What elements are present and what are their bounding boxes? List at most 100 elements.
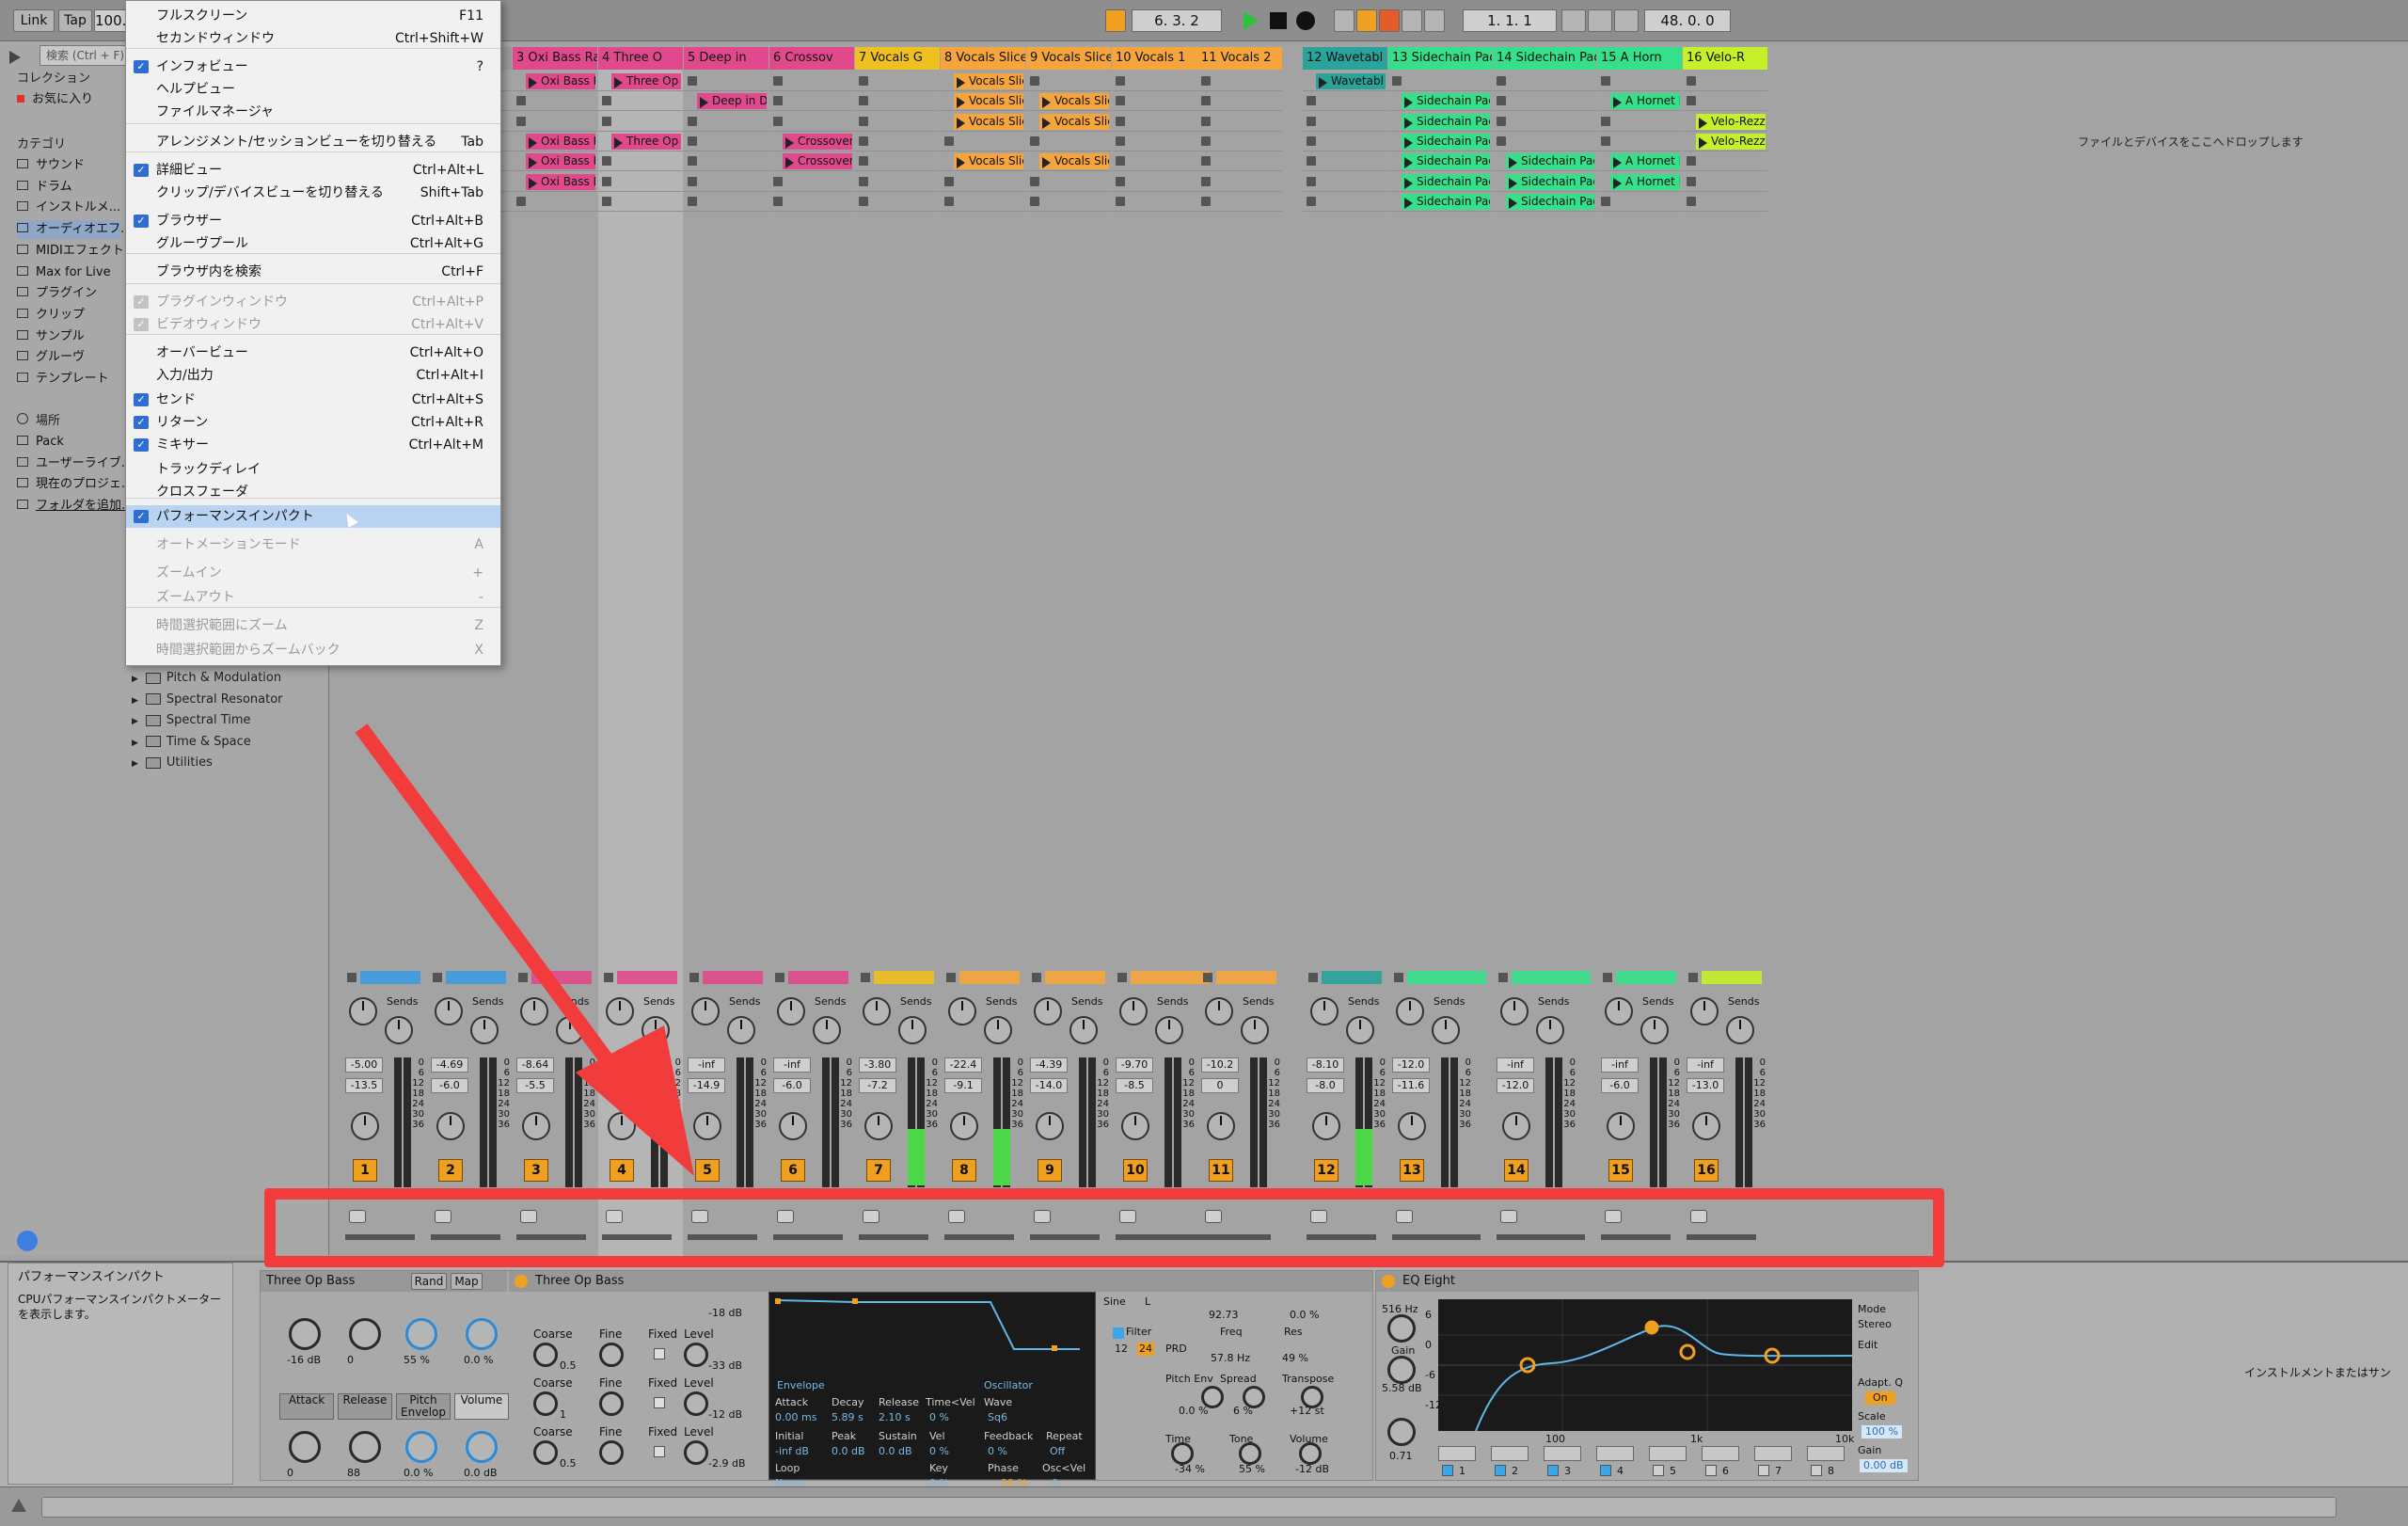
clip-slot[interactable]: Sidechain Pad: [1388, 192, 1492, 212]
clip-slot[interactable]: [598, 112, 683, 132]
send-b-knob[interactable]: [1155, 1016, 1183, 1044]
clip-slot[interactable]: Sidechain Pad: [1493, 151, 1596, 172]
send-a-knob[interactable]: [1396, 997, 1424, 1025]
play-icon[interactable]: [1244, 11, 1259, 30]
slot-stop-icon[interactable]: [1307, 135, 1316, 146]
clip-slot[interactable]: Oxi Bass Rack: [513, 172, 597, 192]
menu-item[interactable]: アレンジメント/セッションビューを切り替える Tab: [126, 131, 500, 153]
fixed-checkbox[interactable]: [654, 1348, 665, 1359]
clip-slot[interactable]: [513, 112, 597, 132]
automation-arm-button[interactable]: [1356, 9, 1377, 32]
slot-stop-icon[interactable]: [773, 96, 783, 106]
favorites-item[interactable]: お気に入り: [17, 90, 93, 109]
clip[interactable]: Oxi Bass Rack: [526, 153, 595, 170]
clip-play-icon[interactable]: [529, 77, 537, 88]
place-item[interactable]: Pack: [17, 433, 64, 452]
clip-play-icon[interactable]: [957, 77, 965, 88]
rand-button[interactable]: Rand: [411, 1273, 447, 1290]
filter-knob[interactable]: [1299, 1442, 1322, 1465]
eq-band-toggle[interactable]: [1547, 1465, 1559, 1476]
slot-stop-icon[interactable]: [1116, 135, 1125, 146]
peak-value[interactable]: 0: [1201, 1078, 1239, 1093]
track-header[interactable]: 11 Vocals 2: [1197, 47, 1282, 70]
clip-slot[interactable]: [513, 91, 597, 112]
clip-slot[interactable]: [1683, 72, 1767, 91]
clip-play-icon[interactable]: [1613, 177, 1622, 189]
menu-item[interactable]: 入力/出力 Ctrl+Alt+I: [126, 364, 500, 387]
clip[interactable]: Deep in Da: [697, 93, 767, 110]
stop-clip-icon[interactable]: [1603, 973, 1612, 982]
volume-value[interactable]: -9.70: [1116, 1057, 1153, 1073]
category-item[interactable]: MIDIエフェクト: [17, 242, 124, 261]
eq-display[interactable]: [1438, 1299, 1852, 1431]
clip-play-icon[interactable]: [1699, 117, 1707, 129]
clip-play-icon[interactable]: [785, 157, 794, 169]
clip-play-icon[interactable]: [700, 97, 708, 109]
stop-clip-icon[interactable]: [1498, 973, 1508, 982]
clip-slot[interactable]: [1197, 72, 1282, 91]
send-b-knob[interactable]: [1241, 1016, 1269, 1044]
hot-swap-icon[interactable]: [17, 1231, 38, 1251]
tree-item[interactable]: ▶ Spectral Resonator: [132, 690, 283, 710]
stop-clip-icon[interactable]: [861, 973, 870, 982]
clip-slot[interactable]: Velo-Rezzo: [1683, 112, 1767, 132]
menu-item[interactable]: ✓ インフォビュー?: [126, 56, 500, 78]
macro-knob[interactable]: [289, 1318, 321, 1350]
category-item[interactable]: クリップ: [17, 306, 85, 325]
loop-length-field[interactable]: 48. 0. 0: [1644, 9, 1731, 32]
macro-knob[interactable]: [349, 1318, 381, 1350]
eq-band-toggle[interactable]: [1653, 1465, 1664, 1476]
track-header[interactable]: 6 Crossov: [769, 47, 854, 70]
clip-slot[interactable]: [684, 172, 768, 192]
stop-clip-icon[interactable]: [1394, 973, 1403, 982]
pan-knob[interactable]: [1312, 1112, 1340, 1140]
filter-knob[interactable]: [1243, 1386, 1265, 1408]
clip-slot[interactable]: [855, 91, 940, 112]
slot-stop-icon[interactable]: [1687, 76, 1696, 86]
category-item[interactable]: オーディオエフ...: [17, 220, 133, 240]
track-header[interactable]: 5 Deep in: [684, 47, 768, 70]
clip[interactable]: Sidechain Pad: [1402, 113, 1490, 130]
clip-slot[interactable]: [1493, 112, 1596, 132]
tap-button[interactable]: Tap: [58, 9, 92, 32]
clip[interactable]: Vocals Slice: [1039, 93, 1109, 110]
menu-item[interactable]: フルスクリーン F11: [126, 5, 500, 27]
place-item[interactable]: 現在のプロジェ...: [17, 475, 133, 494]
slot-stop-icon[interactable]: [1497, 116, 1506, 126]
slot-stop-icon[interactable]: [602, 96, 611, 106]
slot-stop-icon[interactable]: [1307, 156, 1316, 167]
track-activator[interactable]: 15: [1608, 1159, 1633, 1182]
tree-expand-icon[interactable]: ▶: [132, 717, 138, 726]
slot-stop-icon[interactable]: [1497, 96, 1506, 106]
clip[interactable]: Oxi Bass Rack: [526, 133, 595, 150]
clip-play-icon[interactable]: [957, 97, 965, 109]
clip-slot[interactable]: Oxi Bass Rack: [513, 151, 597, 172]
slot-stop-icon[interactable]: [944, 196, 954, 206]
clip-slot[interactable]: Vocals Slice: [1026, 91, 1111, 112]
send-a-knob[interactable]: [1605, 997, 1633, 1025]
stop-clip-icon[interactable]: [1117, 973, 1127, 982]
level-knob[interactable]: [684, 1440, 708, 1465]
send-a-knob[interactable]: [948, 997, 976, 1025]
clip-play-icon[interactable]: [1509, 197, 1517, 209]
send-b-knob[interactable]: [1726, 1016, 1754, 1044]
tree-item[interactable]: ▶ Pitch & Modulation: [132, 668, 281, 689]
pan-knob[interactable]: [1502, 1112, 1530, 1140]
macro-knob[interactable]: [349, 1431, 381, 1463]
category-item[interactable]: サンプル: [17, 327, 85, 346]
clip-slot[interactable]: [855, 172, 940, 192]
track-header[interactable]: 9 Vocals Slice: [1026, 47, 1111, 70]
clip-slot[interactable]: [941, 172, 1025, 192]
send-a-knob[interactable]: [777, 997, 805, 1025]
clip-slot[interactable]: [684, 112, 768, 132]
clip-slot[interactable]: [769, 91, 854, 112]
clip-slot[interactable]: Wavetabl: [1303, 72, 1387, 91]
menu-item[interactable]: ✓ リターン Ctrl+Alt+R: [126, 411, 500, 434]
slot-stop-icon[interactable]: [688, 135, 697, 146]
volume-value[interactable]: -22.4: [944, 1057, 982, 1073]
clip[interactable]: Crossover !: [783, 133, 852, 150]
track-activator[interactable]: 10: [1123, 1159, 1148, 1182]
slot-stop-icon[interactable]: [1307, 116, 1316, 126]
re-enable-automation-button[interactable]: [1379, 9, 1400, 32]
menu-item[interactable]: セカンドウィンドウ Ctrl+Shift+W: [126, 27, 500, 50]
